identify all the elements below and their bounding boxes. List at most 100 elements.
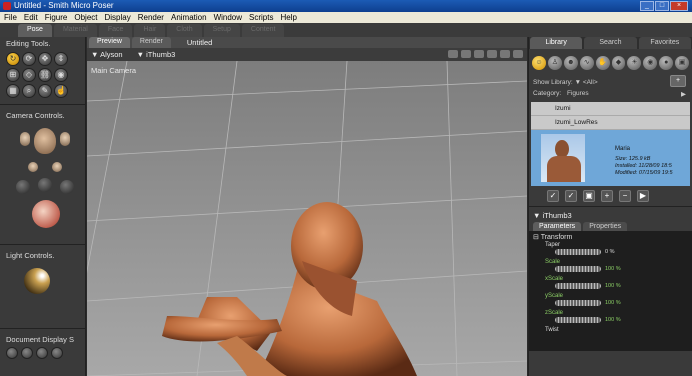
menu-animation[interactable]: Animation bbox=[171, 12, 207, 23]
translate-tool-icon[interactable]: ✥ bbox=[38, 52, 52, 66]
list-item[interactable]: Izumi bbox=[531, 102, 690, 116]
selected-library-item[interactable]: Maria Size: 125.9 kB Installed: 11/28/09… bbox=[531, 130, 690, 186]
translate-in-out-tool-icon[interactable]: ⇕ bbox=[54, 52, 68, 66]
param-row-scale[interactable]: Scale 100 % bbox=[533, 258, 688, 275]
move-icon[interactable] bbox=[487, 50, 497, 58]
3d-scene[interactable] bbox=[87, 61, 527, 376]
room-tab-face[interactable]: Face bbox=[98, 24, 133, 37]
param-row-yscale[interactable]: yScale 100 % bbox=[533, 292, 688, 309]
param-value[interactable]: 100 % bbox=[605, 317, 621, 323]
taper-tool-icon[interactable]: ◇ bbox=[22, 68, 36, 82]
param-dial[interactable] bbox=[555, 283, 601, 289]
minimize-button[interactable]: _ bbox=[640, 1, 654, 11]
add-runtime-icon[interactable]: + bbox=[670, 75, 686, 87]
tab-properties[interactable]: Properties bbox=[583, 222, 628, 231]
param-row-zscale[interactable]: zScale 100 % bbox=[533, 309, 688, 326]
menu-render[interactable]: Render bbox=[138, 12, 164, 23]
tab-preview[interactable]: Preview bbox=[89, 37, 130, 48]
param-row-taper[interactable]: Taper 0 % bbox=[533, 241, 688, 258]
display-outline-icon[interactable] bbox=[21, 347, 33, 359]
param-row-twist[interactable]: Twist bbox=[533, 326, 688, 343]
poses-category-icon[interactable]: ♙ bbox=[547, 56, 562, 70]
props-category-icon[interactable]: ◆ bbox=[611, 56, 626, 70]
room-tab-material[interactable]: Material bbox=[53, 24, 97, 37]
cameras-category-icon[interactable]: ◉ bbox=[643, 56, 658, 70]
actor-select[interactable]: ▼ iThumb3 bbox=[137, 50, 176, 59]
transform-section[interactable]: ⊟ Transform bbox=[533, 233, 688, 241]
param-value[interactable]: 100 % bbox=[605, 283, 621, 289]
pan-icon[interactable] bbox=[500, 50, 510, 58]
room-tab-pose[interactable]: Pose bbox=[18, 24, 52, 37]
apply-add-button[interactable]: ✓ bbox=[565, 190, 577, 202]
chain-break-tool-icon[interactable]: ⛓ bbox=[38, 68, 52, 82]
category-expand-icon[interactable]: ▶ bbox=[681, 90, 686, 98]
menu-file[interactable]: File bbox=[4, 12, 17, 23]
color-tool-icon[interactable]: ◉ bbox=[54, 68, 68, 82]
display-wireframe-icon[interactable] bbox=[36, 347, 48, 359]
apply-button[interactable]: ✓ bbox=[547, 190, 559, 202]
room-tab-content[interactable]: Content bbox=[241, 24, 285, 37]
list-item[interactable]: Izumi_LowRes bbox=[531, 116, 690, 130]
tab-favorites[interactable]: Favorites bbox=[638, 37, 691, 49]
materials-category-icon[interactable]: ● bbox=[659, 56, 674, 70]
animating-camera-icon[interactable] bbox=[52, 162, 62, 172]
morph-brush-tool-icon[interactable]: ✎ bbox=[38, 84, 52, 98]
param-dial[interactable] bbox=[555, 317, 601, 323]
tab-library[interactable]: Library bbox=[530, 37, 583, 49]
tab-parameters[interactable]: Parameters bbox=[533, 222, 582, 231]
rotate-tool-icon[interactable]: ↻ bbox=[6, 52, 20, 66]
param-row-xscale[interactable]: xScale 100 % bbox=[533, 275, 688, 292]
scale-tool-icon[interactable]: ⊞ bbox=[6, 68, 20, 82]
room-tab-cloth[interactable]: Cloth bbox=[167, 24, 202, 37]
close-button[interactable]: × bbox=[670, 1, 688, 11]
param-value[interactable]: 100 % bbox=[605, 266, 621, 272]
menu-edit[interactable]: Edit bbox=[24, 12, 38, 23]
display-options-icon[interactable] bbox=[461, 50, 471, 58]
maximize-button[interactable]: □ bbox=[655, 1, 669, 11]
menu-figure[interactable]: Figure bbox=[45, 12, 68, 23]
face-camera-icon[interactable] bbox=[34, 128, 56, 154]
display-shaded-icon[interactable] bbox=[51, 347, 63, 359]
scale-dial-icon[interactable] bbox=[60, 180, 74, 194]
tab-search[interactable]: Search bbox=[584, 37, 637, 49]
room-tab-hair[interactable]: Hair bbox=[134, 24, 166, 37]
menu-window[interactable]: Window bbox=[214, 12, 242, 23]
tab-render[interactable]: Render bbox=[131, 37, 171, 48]
move-xz-dial-icon[interactable] bbox=[16, 180, 30, 194]
camera-trackball-icon[interactable] bbox=[32, 200, 60, 228]
menu-scripts[interactable]: Scripts bbox=[249, 12, 273, 23]
expand-library-button[interactable]: ▶ bbox=[637, 190, 649, 202]
render-icon[interactable] bbox=[448, 50, 458, 58]
menu-display[interactable]: Display bbox=[105, 12, 131, 23]
remove-from-library-button[interactable]: − bbox=[619, 190, 631, 202]
figures-category-icon[interactable]: ☺ bbox=[532, 56, 546, 70]
show-library-select[interactable]: ▼ <All> bbox=[575, 79, 598, 86]
category-value[interactable]: Figures bbox=[567, 90, 589, 97]
param-dial[interactable] bbox=[555, 249, 601, 255]
view-magnifier-tool-icon[interactable]: ⌕ bbox=[22, 84, 36, 98]
light-trackball-icon[interactable] bbox=[24, 268, 50, 294]
expressions-category-icon[interactable]: ☻ bbox=[563, 56, 578, 70]
param-dial[interactable] bbox=[555, 300, 601, 306]
grip-icon[interactable] bbox=[513, 50, 523, 58]
room-tab-setup[interactable]: Setup bbox=[203, 24, 240, 37]
menu-object[interactable]: Object bbox=[74, 12, 97, 23]
left-hand-camera-icon[interactable] bbox=[20, 132, 30, 146]
param-value[interactable]: 0 % bbox=[605, 249, 614, 255]
folder-button[interactable]: ▣ bbox=[583, 190, 595, 202]
hair-category-icon[interactable]: ∿ bbox=[579, 56, 594, 70]
display-silhouette-icon[interactable] bbox=[6, 347, 18, 359]
move-xy-dial-icon[interactable] bbox=[38, 178, 52, 192]
param-dial[interactable] bbox=[555, 266, 601, 272]
grouping-tool-icon[interactable]: ▦ bbox=[6, 84, 20, 98]
scenes-category-icon[interactable]: ▣ bbox=[675, 56, 690, 70]
add-to-library-button[interactable]: + bbox=[601, 190, 613, 202]
menu-help[interactable]: Help bbox=[280, 12, 296, 23]
fly-camera-icon[interactable] bbox=[28, 162, 38, 172]
hands-category-icon[interactable]: ✋ bbox=[595, 56, 610, 70]
twist-tool-icon[interactable]: ⟳ bbox=[22, 52, 36, 66]
figure-select[interactable]: ▼ Alyson bbox=[91, 50, 123, 59]
param-value[interactable]: 100 % bbox=[605, 300, 621, 306]
direct-manipulation-tool-icon[interactable]: ☝ bbox=[54, 84, 68, 98]
camera-icon[interactable] bbox=[474, 50, 484, 58]
